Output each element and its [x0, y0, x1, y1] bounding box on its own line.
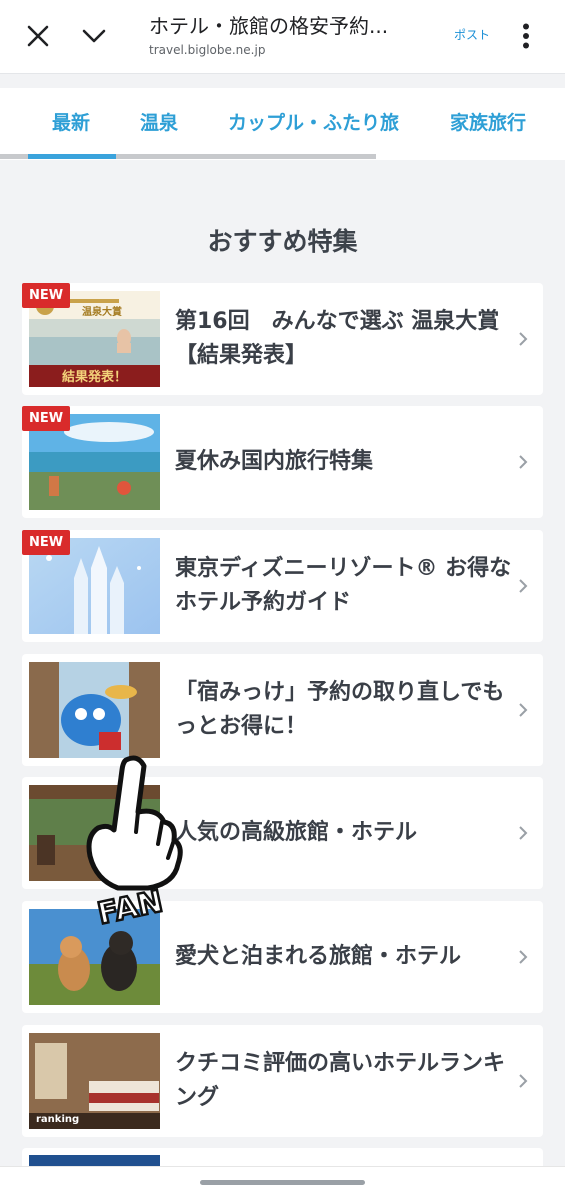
close-icon	[27, 25, 49, 47]
new-badge: NEW	[22, 283, 71, 308]
collapse-button[interactable]	[74, 16, 114, 56]
fan-sticker: FAN	[78, 752, 188, 933]
more-vertical-icon	[523, 23, 529, 49]
thumbnail-caption: ranking	[36, 1114, 80, 1125]
more-menu-button[interactable]	[508, 16, 544, 56]
chevron-right-icon	[519, 1074, 528, 1088]
page-url: travel.biglobe.ne.jp	[149, 43, 266, 57]
section-title: おすすめ特集	[207, 227, 358, 256]
card-title: 夏休み国内旅行特集	[175, 448, 374, 474]
chevron-right-icon	[519, 826, 528, 840]
thumbnail-caption: 結果発表！	[61, 370, 127, 385]
tab-scroll-indicator[interactable]	[28, 154, 116, 159]
chevron-right-icon	[519, 332, 528, 346]
chevron-right-icon	[519, 455, 528, 469]
feature-card-ranking[interactable]: ranking クチコミ評価の高いホテルランキング	[22, 1025, 543, 1137]
card-title: 第16回 みんなで選ぶ 温泉大賞【結果発表】	[175, 308, 500, 368]
card-title: 「宿みっけ」予約の取り直しでもっとお得に！	[175, 679, 505, 739]
card-title: 東京ディズニーリゾート® お得なホテル予約ガイド	[175, 555, 512, 615]
feature-card-disney[interactable]: NEW 東京ディズニーリゾート® お得なホテル予約ガイド	[22, 530, 543, 642]
feature-card-onsen-award[interactable]: 結果発表！ 温泉大賞 NEW 第16回 みんなで選ぶ 温泉大賞【結果発表】	[22, 283, 543, 395]
home-indicator[interactable]	[200, 1180, 365, 1185]
browser-top-bar: ホテル・旅館の格安予約... travel.biglobe.ne.jp ポスト	[0, 0, 565, 74]
chevron-right-icon	[519, 703, 528, 717]
page-title-area: ホテル・旅館の格安予約... travel.biglobe.ne.jp	[149, 10, 439, 57]
card-title: クチコミ評価の高いホテルランキング	[175, 1050, 506, 1110]
feature-card-summer[interactable]: NEW 夏休み国内旅行特集	[22, 406, 543, 518]
sticker-text: FAN	[95, 884, 166, 927]
post-button[interactable]: ポスト	[454, 26, 490, 43]
tab-latest[interactable]: 最新	[52, 108, 90, 135]
chevron-down-icon	[82, 29, 106, 43]
chevron-right-icon	[519, 579, 528, 593]
new-badge: NEW	[22, 530, 71, 555]
feature-card-yado-mikke[interactable]: 「宿みっけ」予約の取り直しでもっとお得に！	[22, 654, 543, 766]
close-button[interactable]	[18, 16, 58, 56]
new-badge: NEW	[22, 406, 71, 431]
tab-couple[interactable]: カップル・ふたり旅	[228, 108, 399, 135]
thumbnail-mascot	[29, 662, 160, 758]
thumbnail-subtitle: 温泉大賞	[82, 307, 122, 318]
card-title: 愛犬と泊まれる旅館・ホテル	[175, 943, 462, 969]
chevron-right-icon	[519, 950, 528, 964]
tab-family[interactable]: 家族旅行	[450, 108, 526, 135]
tab-onsen[interactable]: 温泉	[140, 108, 178, 135]
category-tabs: 最新 温泉 カップル・ふたり旅 家族旅行	[0, 88, 565, 160]
card-title: 人気の高級旅館・ホテル	[175, 819, 418, 845]
page-title: ホテル・旅館の格安予約...	[149, 14, 389, 38]
